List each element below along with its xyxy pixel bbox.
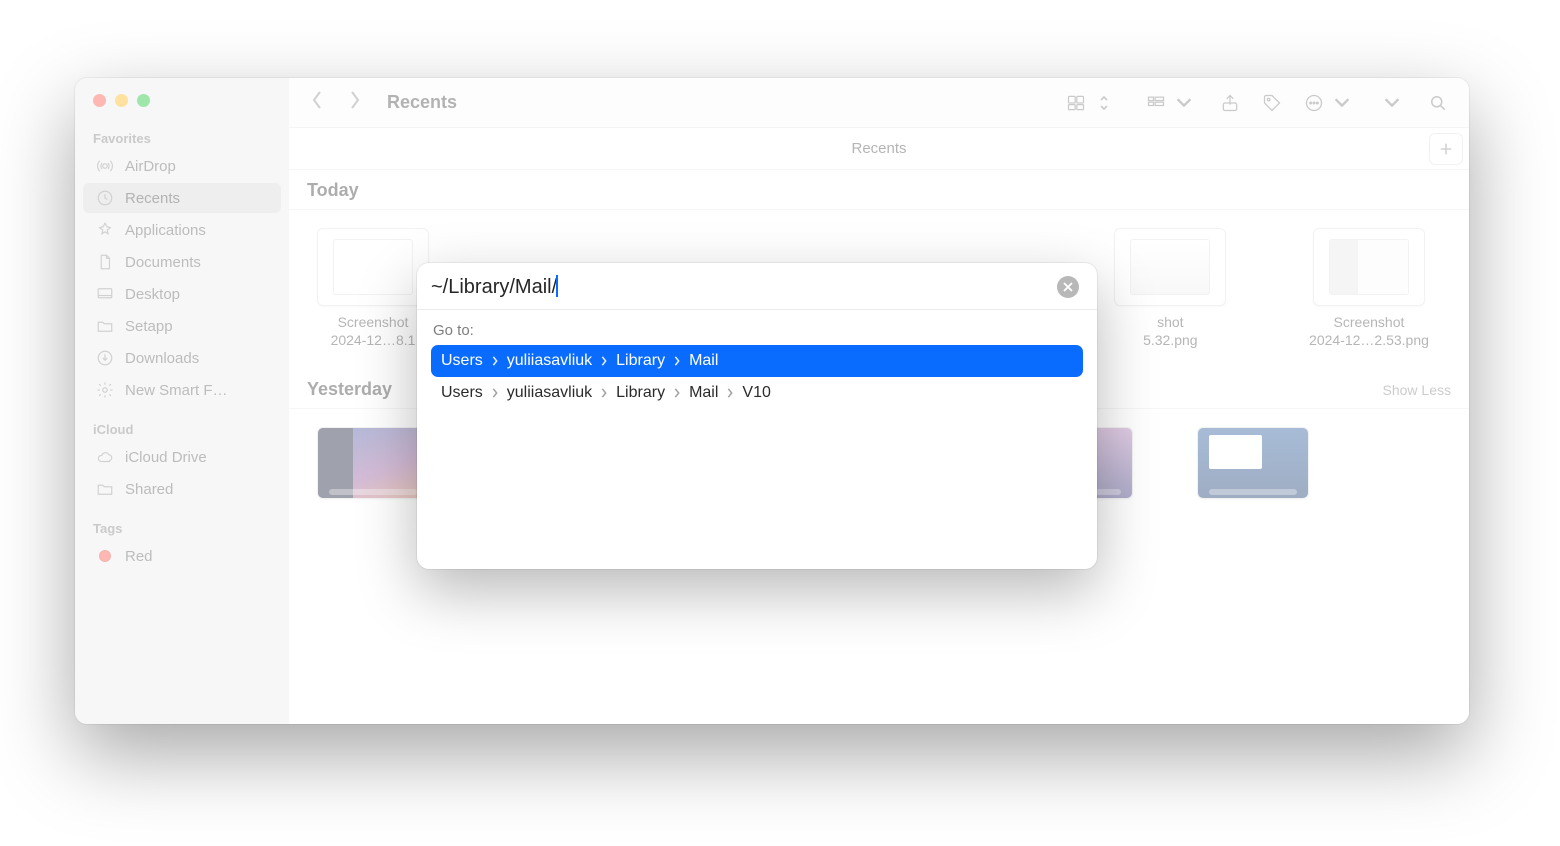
go-to-suggestion[interactable]: Users yuliiasavliuk Library Mail — [431, 345, 1083, 377]
sidebar-item-label: Red — [125, 548, 153, 565]
chevron-down-icon[interactable] — [1383, 88, 1401, 118]
chevron-right-icon — [726, 388, 734, 398]
shared-folder-icon — [95, 479, 115, 499]
sidebar-item-label: AirDrop — [125, 158, 176, 175]
file-thumbnail — [317, 427, 429, 499]
sidebar-item-icloud-drive[interactable]: iCloud Drive — [83, 442, 281, 472]
sidebar-item-label: Desktop — [125, 286, 180, 303]
file-thumbnail — [1197, 427, 1309, 499]
go-to-label: Go to: — [431, 320, 1083, 345]
cloud-icon — [95, 447, 115, 467]
sidebar-item-label: Setapp — [125, 318, 173, 335]
tags-button[interactable] — [1255, 88, 1289, 118]
chevron-right-icon — [491, 388, 499, 398]
window-controls — [75, 88, 289, 125]
go-to-path-input[interactable]: ~/Library/Mail/ — [431, 275, 1057, 299]
close-window-button[interactable] — [93, 94, 106, 107]
file-item[interactable]: Screenshot 2024-12…8.1 — [313, 228, 433, 349]
download-icon — [95, 348, 115, 368]
file-thumbnail — [317, 228, 429, 306]
sidebar-item-label: Documents — [125, 254, 201, 271]
view-gallery-button[interactable] — [1059, 88, 1093, 118]
sidebar-tag-red[interactable]: Red — [83, 541, 281, 571]
sidebar-section-tags: Tags — [75, 515, 289, 540]
file-item[interactable]: Screenshot 2024-12…2.53.png — [1309, 228, 1429, 349]
sidebar-item-label: Applications — [125, 222, 206, 239]
section-title: Today — [307, 180, 359, 201]
forward-button[interactable] — [347, 90, 363, 115]
go-to-suggestions: Go to: Users yuliiasavliuk Library Mail … — [417, 310, 1097, 569]
minimize-window-button[interactable] — [115, 94, 128, 107]
add-button[interactable] — [1429, 133, 1463, 165]
zoom-window-button[interactable] — [137, 94, 150, 107]
file-thumbnail — [1114, 228, 1226, 306]
file-name: shot 5.32.png — [1143, 314, 1198, 349]
location-bar: Recents — [289, 128, 1469, 170]
toolbar-title: Recents — [387, 92, 457, 113]
chevron-right-icon — [673, 356, 681, 366]
clock-icon — [95, 188, 115, 208]
chevron-right-icon — [600, 356, 608, 366]
file-item[interactable]: shot 5.32.png — [1110, 228, 1230, 349]
sidebar-item-applications[interactable]: Applications — [83, 215, 281, 245]
section-header-today: Today — [289, 170, 1469, 210]
sidebar-item-downloads[interactable]: Downloads — [83, 343, 281, 373]
back-button[interactable] — [309, 90, 325, 115]
applications-icon — [95, 220, 115, 240]
sidebar-item-recents[interactable]: Recents — [83, 183, 281, 213]
show-less-button[interactable]: Show Less — [1383, 382, 1451, 398]
sidebar-section-icloud: iCloud — [75, 416, 289, 441]
folder-icon — [95, 316, 115, 336]
sidebar-item-label: Downloads — [125, 350, 199, 367]
chevron-right-icon — [673, 388, 681, 398]
sidebar-item-label: Recents — [125, 190, 180, 207]
gear-icon — [95, 380, 115, 400]
sidebar-item-desktop[interactable]: Desktop — [83, 279, 281, 309]
view-switcher-updown-icon[interactable] — [1095, 88, 1113, 118]
chevron-right-icon — [600, 388, 608, 398]
sidebar-item-shared[interactable]: Shared — [83, 474, 281, 504]
sidebar-item-label: iCloud Drive — [125, 449, 207, 466]
group-by-button[interactable] — [1139, 88, 1173, 118]
file-thumbnail — [1313, 228, 1425, 306]
sidebar-item-airdrop[interactable]: AirDrop — [83, 151, 281, 181]
sidebar-item-label: New Smart F… — [125, 382, 228, 399]
action-menu-button[interactable] — [1297, 88, 1331, 118]
clear-input-button[interactable] — [1057, 276, 1079, 298]
file-name: Screenshot 2024-12…2.53.png — [1309, 314, 1429, 349]
go-to-suggestion[interactable]: Users yuliiasavliuk Library Mail V10 — [431, 377, 1083, 409]
sidebar-section-favorites: Favorites — [75, 125, 289, 150]
sidebar-item-documents[interactable]: Documents — [83, 247, 281, 277]
go-to-input-row: ~/Library/Mail/ — [417, 263, 1097, 310]
location-label: Recents — [851, 140, 906, 157]
chevron-down-icon[interactable] — [1175, 88, 1193, 118]
file-item[interactable] — [1193, 427, 1313, 499]
sidebar-item-setapp[interactable]: Setapp — [83, 311, 281, 341]
file-name: Screenshot 2024-12…8.1 — [331, 314, 416, 349]
airdrop-icon — [95, 156, 115, 176]
sidebar-item-label: Shared — [125, 481, 173, 498]
sidebar-item-smartfolder[interactable]: New Smart F… — [83, 375, 281, 405]
file-item[interactable] — [313, 427, 433, 499]
search-button[interactable] — [1421, 88, 1455, 118]
document-icon — [95, 252, 115, 272]
section-title: Yesterday — [307, 379, 392, 400]
desktop-icon — [95, 284, 115, 304]
toolbar: Recents — [289, 78, 1469, 128]
chevron-down-icon[interactable] — [1333, 88, 1351, 118]
chevron-right-icon — [491, 356, 499, 366]
share-button[interactable] — [1213, 88, 1247, 118]
sidebar: Favorites AirDrop Recents Applications D… — [75, 78, 289, 724]
go-to-folder-dialog: ~/Library/Mail/ Go to: Users yuliiasavli… — [417, 263, 1097, 569]
tag-dot-icon — [95, 546, 115, 566]
